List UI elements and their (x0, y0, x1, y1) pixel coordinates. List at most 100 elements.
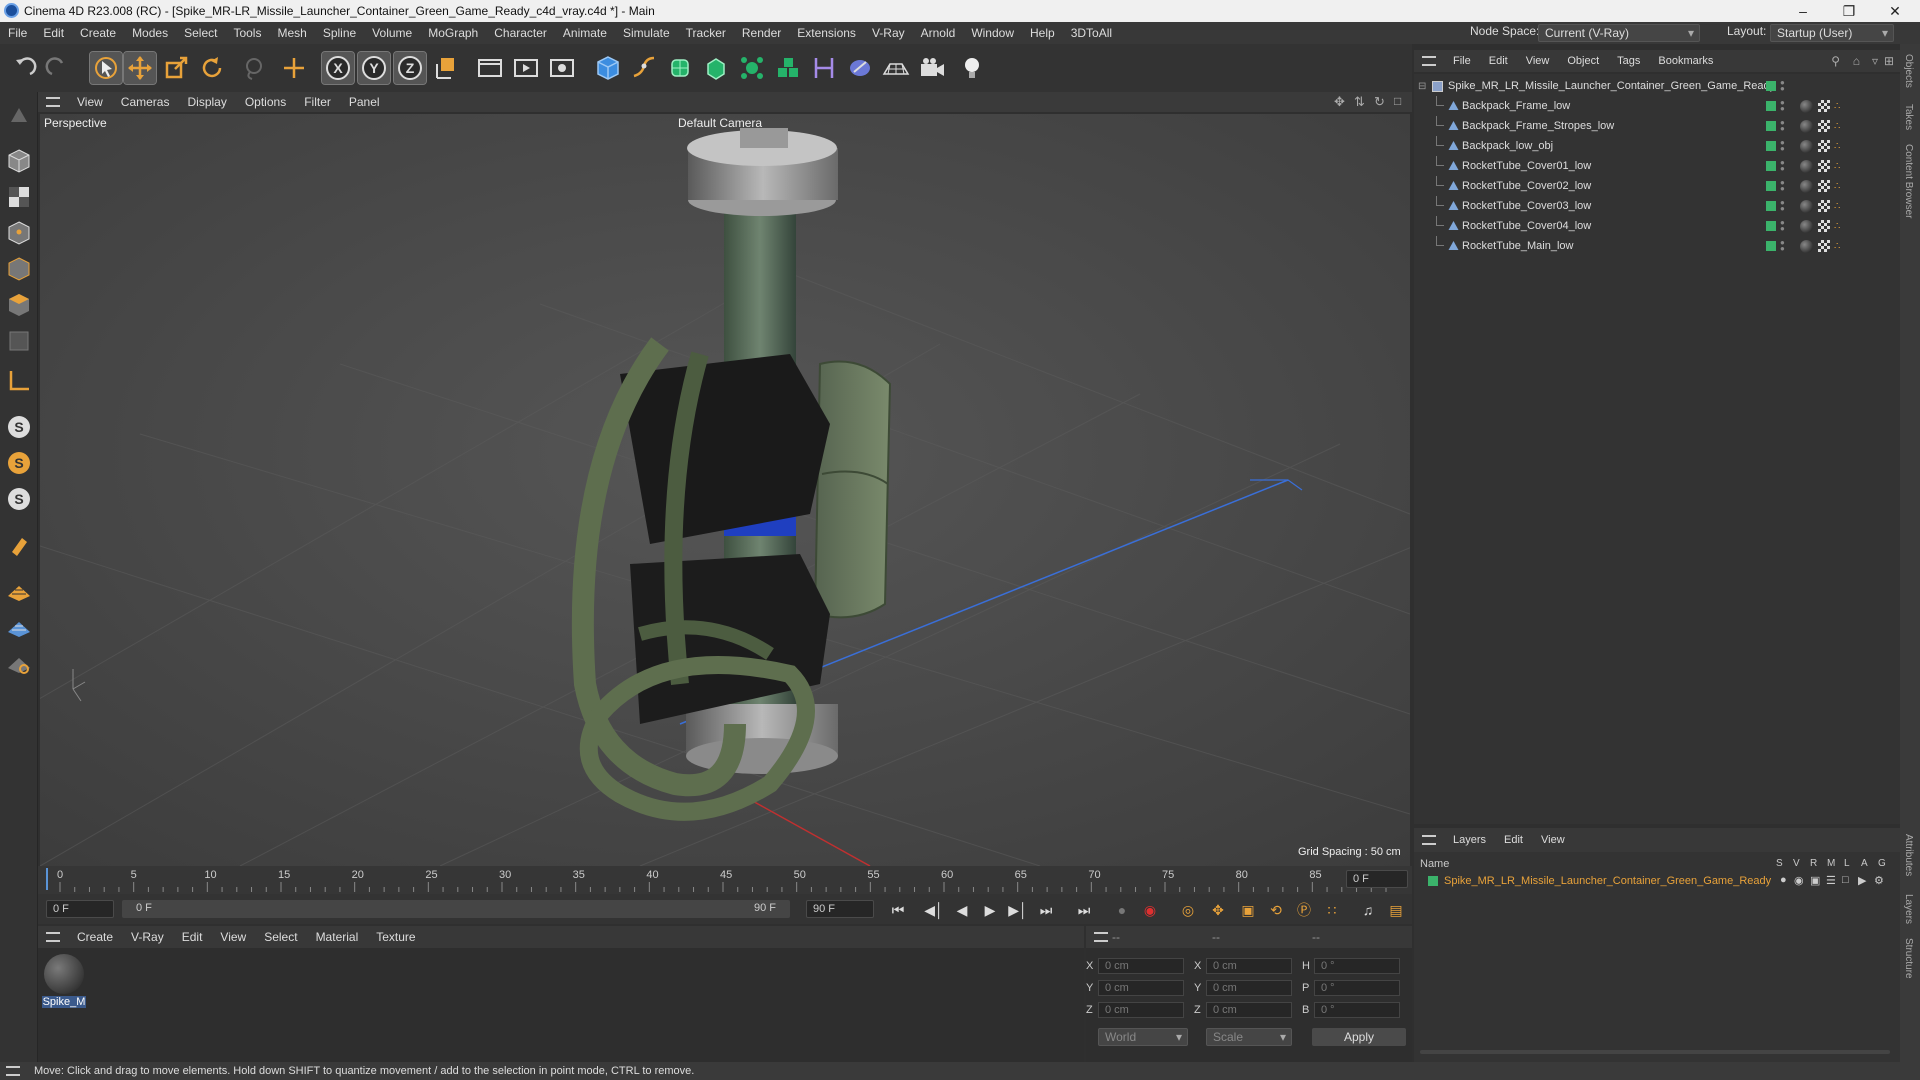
edges-mode-icon[interactable] (4, 254, 34, 284)
object-menu-bookmarks[interactable]: Bookmarks (1649, 55, 1722, 67)
layer-menu-layers[interactable]: Layers (1444, 834, 1495, 846)
make-editable-icon[interactable] (4, 100, 34, 130)
visibility-dots[interactable]: ● ● (1780, 239, 1785, 253)
tab-layers[interactable]: Layers (1903, 894, 1914, 924)
viewport-menu-filter[interactable]: Filter (295, 95, 340, 109)
pan-view-icon[interactable]: ✥ (1334, 94, 1345, 110)
menu-help[interactable]: Help (1022, 26, 1063, 40)
render-settings-icon[interactable] (546, 52, 578, 84)
coordinate-system-dropdown[interactable]: World (1098, 1028, 1188, 1046)
object-row[interactable]: Backpack_Frame_Stropes_low ● ● ∴ (1414, 116, 1898, 136)
rotation-b-field[interactable]: 0 ° (1314, 1002, 1400, 1018)
filter-icon[interactable]: ▿ (1872, 54, 1878, 68)
play-icon[interactable]: ▶ (978, 898, 1002, 922)
material-item[interactable]: Spike_M (42, 952, 86, 1012)
maximize-view-icon[interactable]: □ (1394, 94, 1401, 108)
model-mode-icon[interactable] (4, 146, 34, 176)
size-z-field[interactable]: 0 cm (1206, 1002, 1292, 1018)
size-y-field[interactable]: 0 cm (1206, 980, 1292, 996)
texture-tag-icon[interactable] (1818, 220, 1830, 232)
texture-mode-icon[interactable] (4, 182, 34, 212)
layer-menu-view[interactable]: View (1532, 834, 1574, 846)
object-row-root[interactable]: ⊟ Spike_MR_LR_Missile_Launcher_Container… (1414, 76, 1898, 96)
hamburger-icon[interactable] (1094, 932, 1108, 942)
rotation-h-field[interactable]: 0 ° (1314, 958, 1400, 974)
extrude-generator-icon[interactable] (700, 52, 732, 84)
floor-scene-icon[interactable] (880, 52, 912, 84)
layer-generator-icon[interactable]: ⚙ (1874, 874, 1884, 887)
hamburger-icon[interactable] (1422, 835, 1436, 845)
cube-primitive-icon[interactable] (592, 52, 624, 84)
menu-tracker[interactable]: Tracker (678, 26, 734, 40)
visibility-dots[interactable]: ● ● (1780, 219, 1785, 233)
close-button[interactable]: ✕ (1872, 0, 1918, 22)
maximize-button[interactable]: ❐ (1826, 0, 1872, 22)
hamburger-icon[interactable] (46, 97, 60, 107)
coordinate-system-icon[interactable] (430, 52, 462, 84)
material-menu-vray[interactable]: V-Ray (122, 930, 173, 944)
y-axis-lock-icon[interactable]: Y (357, 51, 391, 85)
node-space-dropdown[interactable]: Current (V-Ray) (1538, 24, 1700, 42)
deformer-bend-icon[interactable] (808, 52, 840, 84)
viewport-menu-panel[interactable]: Panel (340, 95, 389, 109)
lasso-select-icon[interactable] (238, 52, 270, 84)
keyframe-selection-icon[interactable]: ◎ (1176, 898, 1200, 922)
layer-manager-icon[interactable]: ☰ (1826, 874, 1836, 887)
object-row[interactable]: RocketTube_Cover02_low ● ● ∴ (1414, 176, 1898, 196)
light-icon[interactable] (956, 52, 988, 84)
layout-dropdown[interactable]: Startup (User) (1770, 24, 1894, 42)
magnet-tool-icon[interactable] (4, 530, 34, 560)
tab-takes[interactable]: Takes (1903, 104, 1914, 130)
viewport-menu-cameras[interactable]: Cameras (112, 95, 179, 109)
menu-mograph[interactable]: MoGraph (420, 26, 486, 40)
menu-file[interactable]: File (0, 26, 35, 40)
material-tag-icon[interactable] (1800, 179, 1813, 193)
texture-tag-icon[interactable] (1818, 180, 1830, 192)
go-to-end-icon[interactable]: ⏭ (1072, 898, 1096, 922)
undo-icon[interactable] (8, 52, 40, 84)
material-tag-icon[interactable] (1800, 139, 1813, 153)
live-selection-icon[interactable] (89, 51, 123, 85)
scale-tool-icon[interactable] (160, 52, 192, 84)
menu-extensions[interactable]: Extensions (789, 26, 864, 40)
material-menu-view[interactable]: View (211, 930, 255, 944)
material-tag-icon[interactable] (1800, 219, 1813, 233)
tab-attributes[interactable]: Attributes (1903, 834, 1914, 876)
object-menu-view[interactable]: View (1517, 55, 1559, 67)
workplane-grid-icon[interactable] (4, 612, 34, 642)
subdivision-surface-icon[interactable] (664, 52, 696, 84)
autokey-icon[interactable]: ◉ (1138, 898, 1162, 922)
camera-label[interactable]: Default Camera (678, 116, 762, 130)
minimize-button[interactable]: – (1780, 0, 1826, 22)
cloner-icon[interactable] (736, 52, 768, 84)
record-keys-icon[interactable]: ● (1110, 898, 1134, 922)
home-icon[interactable]: ⌂ (1853, 54, 1860, 68)
visibility-dots[interactable]: ● ● (1780, 79, 1785, 93)
frame-range-slider[interactable]: 0 F 90 F (122, 900, 790, 918)
3d-viewport[interactable]: Perspective Default Camera Grid Spacing … (40, 114, 1410, 866)
visibility-dots[interactable]: ● ● (1780, 199, 1785, 213)
next-key-icon[interactable]: ⏭ (1034, 898, 1058, 922)
viewport-menu-view[interactable]: View (68, 95, 112, 109)
start-frame-field[interactable]: 0 F (46, 900, 114, 918)
search-icon[interactable]: ⚲ (1831, 54, 1840, 68)
locked-workplane-icon[interactable] (4, 648, 34, 678)
previous-frame-icon[interactable]: ◀ (950, 898, 974, 922)
layer-menu-edit[interactable]: Edit (1495, 834, 1532, 846)
visibility-dots[interactable]: ● ● (1780, 139, 1785, 153)
menu-3dtoall[interactable]: 3DToAll (1063, 26, 1120, 40)
vray-tag-icon[interactable]: ∴ (1834, 161, 1840, 172)
material-tag-icon[interactable] (1800, 159, 1813, 173)
menu-window[interactable]: Window (963, 26, 1022, 40)
workplane-icon[interactable] (4, 366, 34, 396)
field-icon[interactable] (844, 52, 876, 84)
viewport-menu-options[interactable]: Options (236, 95, 295, 109)
vray-tag-icon[interactable]: ∴ (1834, 101, 1840, 112)
material-menu-create[interactable]: Create (68, 930, 122, 944)
playhead[interactable] (46, 868, 48, 890)
render-to-picture-viewer-icon[interactable] (510, 52, 542, 84)
previous-key-icon[interactable]: ◀│ (922, 898, 946, 922)
texture-tag-icon[interactable] (1818, 240, 1830, 252)
snap-settings-icon[interactable]: S (4, 448, 34, 478)
material-menu-texture[interactable]: Texture (367, 930, 424, 944)
